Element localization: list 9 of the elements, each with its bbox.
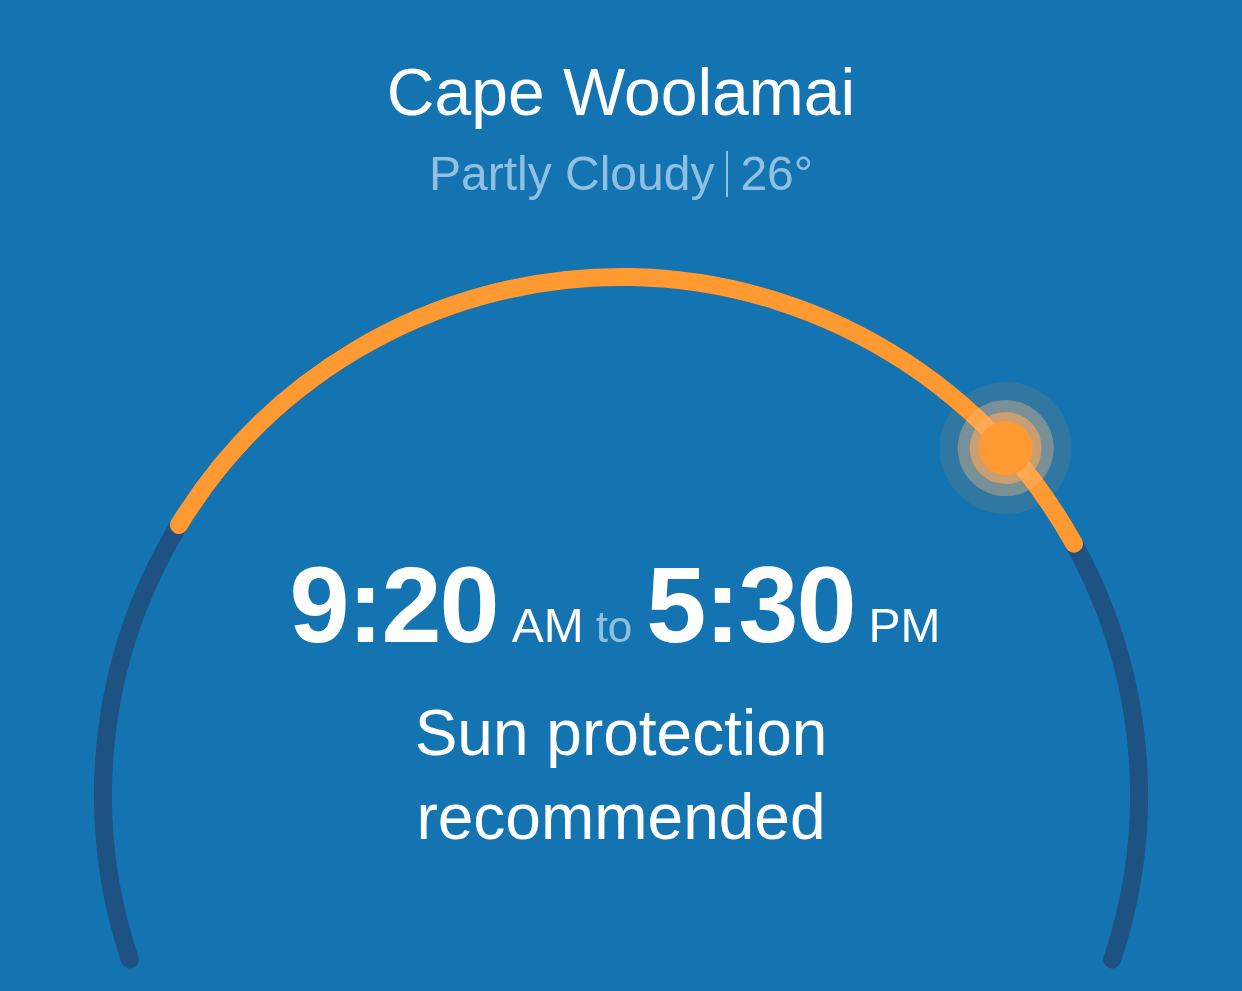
protection-message: Sun protection recommended (413, 696, 829, 855)
start-period: AM (511, 598, 584, 653)
end-period: PM (868, 598, 941, 653)
end-time: 5:30 (646, 543, 855, 667)
start-time: 9:20 (289, 543, 498, 667)
location-name: Cape Woolamai (386, 54, 856, 131)
weather-summary: Partly Cloudy (428, 146, 715, 202)
temperature: 26° (740, 146, 813, 202)
time-joiner: to (595, 602, 633, 652)
